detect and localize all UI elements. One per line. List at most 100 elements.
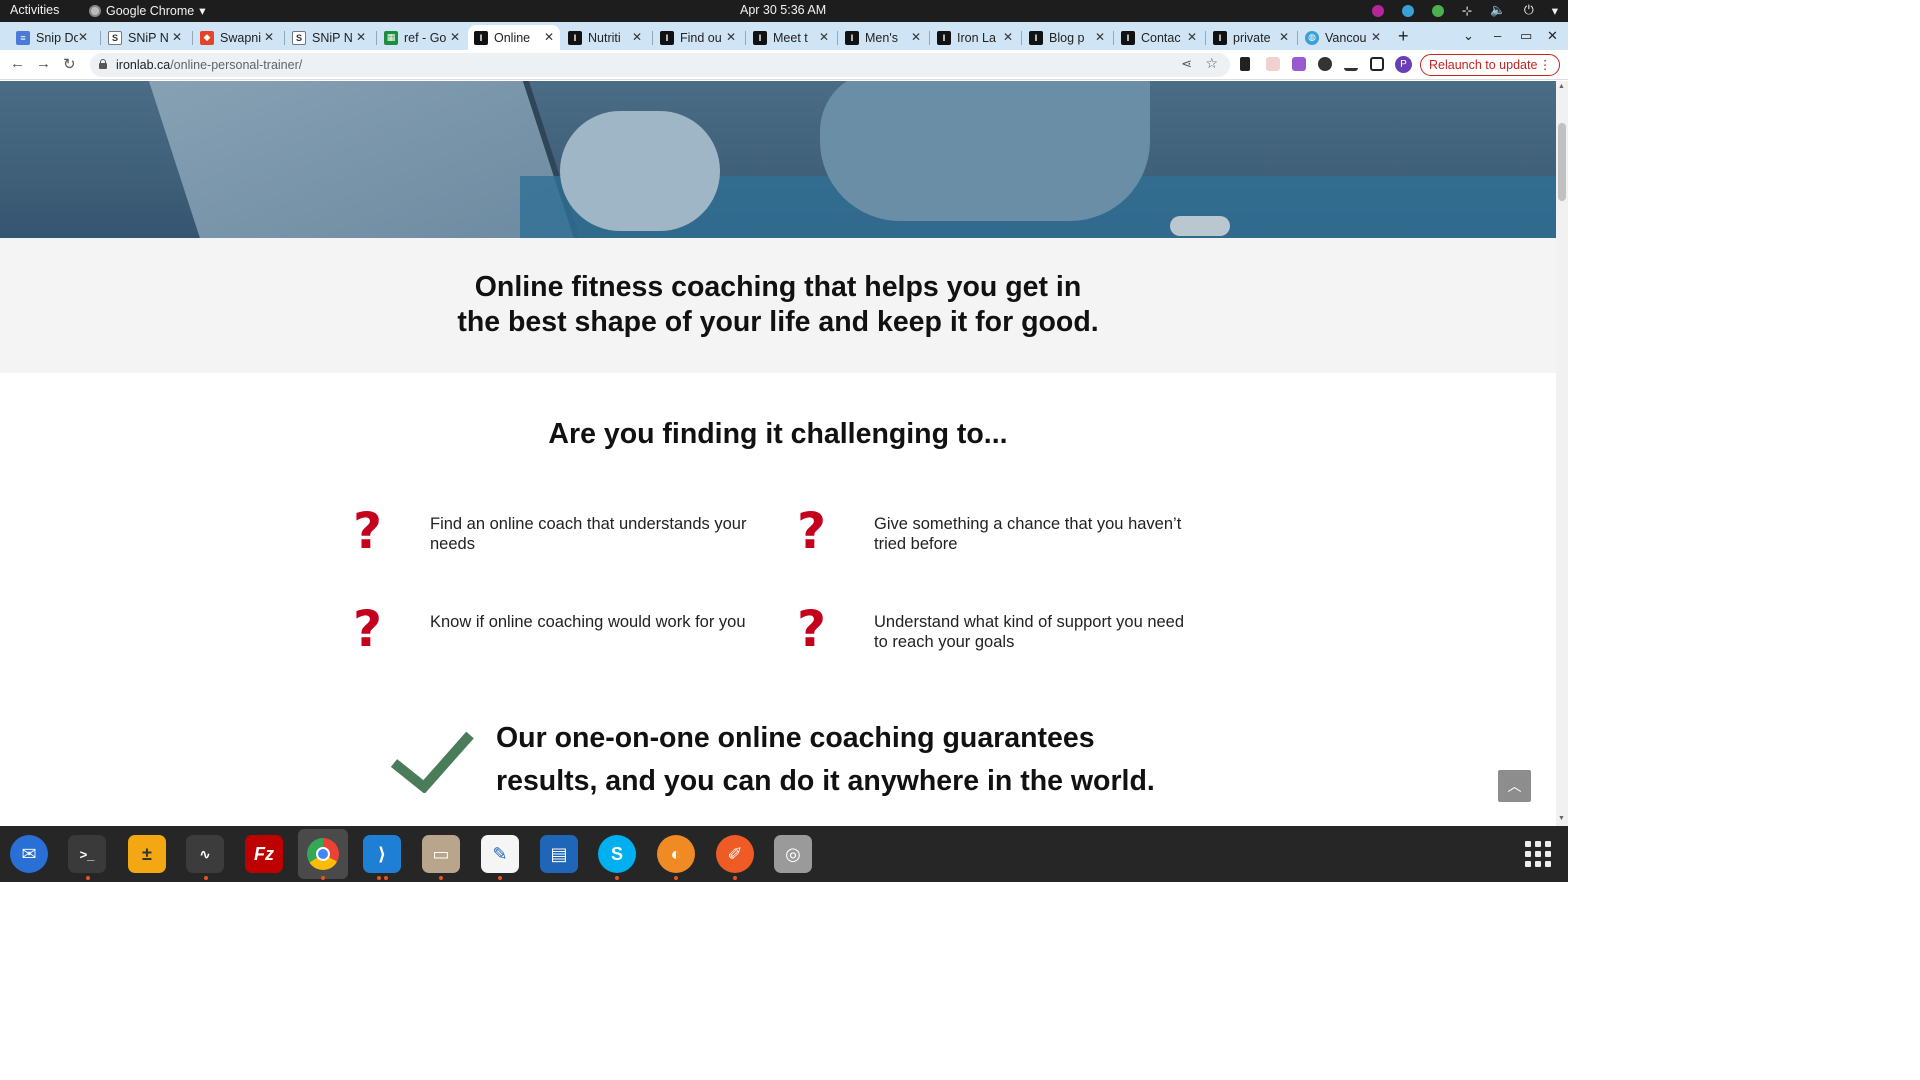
tab[interactable]: I private ✕ <box>1207 25 1295 50</box>
show-applications-icon[interactable] <box>1525 841 1551 867</box>
tab[interactable]: I Contac ✕ <box>1115 25 1203 50</box>
tab[interactable]: I Find ou ✕ <box>654 25 742 50</box>
scrollbar-thumb[interactable] <box>1558 123 1566 201</box>
guarantee-line-2: results, and you can do it anywhere in t… <box>496 765 1155 797</box>
power-icon[interactable]: ⏻ <box>1524 3 1534 18</box>
tab[interactable]: I Men's ✕ <box>839 25 927 50</box>
postman-icon[interactable]: ✐ <box>716 835 754 873</box>
forward-icon[interactable]: → <box>36 55 51 72</box>
clock[interactable]: Apr 30 5:36 AM <box>740 3 826 17</box>
scroll-down-icon[interactable]: ▼ <box>1558 815 1565 822</box>
tray-check-icon[interactable] <box>1431 4 1444 17</box>
restore-icon[interactable]: ▭ <box>1520 28 1532 44</box>
vscode-icon[interactable]: ⟩ <box>363 835 401 873</box>
tab[interactable]: I Blog p ✕ <box>1023 25 1111 50</box>
close-icon[interactable]: ✕ <box>819 30 829 44</box>
tab-label: SNiP N <box>128 30 169 45</box>
tab-label: Swapni <box>220 30 261 45</box>
tab[interactable]: ▦ ref - Go ✕ <box>378 25 466 50</box>
tab[interactable]: ≡ Snip Do ✕ <box>10 25 94 50</box>
close-icon[interactable]: ✕ <box>1095 30 1105 44</box>
share-icon[interactable]: ⋖ <box>1181 56 1192 72</box>
back-icon[interactable]: ← <box>10 55 25 72</box>
chrome-icon[interactable] <box>298 829 348 879</box>
puzzle-icon[interactable] <box>1318 57 1332 71</box>
tab[interactable]: ◍ Vancou ✕ <box>1299 25 1387 50</box>
close-icon[interactable]: ✕ <box>172 30 182 44</box>
tab-label: Iron La <box>957 30 996 45</box>
tab[interactable]: I Meet t ✕ <box>747 25 835 50</box>
tab-label: SNiP N <box>312 30 353 45</box>
system-top-bar: Activities Google Chrome ▾ Apr 30 5:36 A… <box>0 0 1568 22</box>
tab[interactable]: S SNiP N ✕ <box>102 25 188 50</box>
activities-button[interactable]: Activities <box>10 3 59 17</box>
hero-image <box>0 81 1556 238</box>
tab-strip: ≡ Snip Do ✕ S SNiP N ✕ ◆ Swapni ✕ S SNiP… <box>0 22 1568 50</box>
tab-label: ref - Go <box>404 30 446 45</box>
close-icon[interactable]: ✕ <box>1003 30 1013 44</box>
writer-icon[interactable]: ▤ <box>540 835 578 873</box>
close-icon[interactable]: ✕ <box>632 30 642 44</box>
close-icon[interactable]: ✕ <box>450 30 460 44</box>
scroll-up-icon[interactable]: ▲ <box>1558 83 1565 90</box>
address-bar[interactable]: ironlab.ca/online-personal-trainer/ ⋖ ☆ <box>90 53 1230 77</box>
calculator-icon[interactable]: ± <box>128 835 166 873</box>
text-editor-icon[interactable]: ✎ <box>481 835 519 873</box>
tab-label: Contac <box>1141 30 1181 45</box>
close-window-icon[interactable]: ✕ <box>1547 28 1558 44</box>
system-tray[interactable]: ⊹ 🔈 ⏻ ▾ <box>1371 3 1558 18</box>
volume-icon[interactable]: 🔈 <box>1490 3 1506 18</box>
close-icon[interactable]: ✕ <box>911 30 921 44</box>
browser-toolbar: ← → ↻ ironlab.ca/online-personal-trainer… <box>0 50 1568 80</box>
close-icon[interactable]: ✕ <box>544 30 554 44</box>
tab-search-icon[interactable]: ⌄ <box>1463 28 1474 44</box>
app-menu[interactable]: Google Chrome ▾ <box>89 3 206 18</box>
lock-icon[interactable] <box>99 59 107 69</box>
side-panel-icon[interactable] <box>1370 57 1384 71</box>
download-icon[interactable] <box>1344 57 1358 71</box>
close-icon[interactable]: ✕ <box>1187 30 1197 44</box>
eyedropper-icon[interactable] <box>1240 57 1250 71</box>
challenge-text: Give something a chance that you haven’t… <box>874 515 1182 553</box>
calendar-extension-icon[interactable] <box>1266 57 1280 71</box>
files-icon[interactable]: ▭ <box>422 835 460 873</box>
close-icon[interactable]: ✕ <box>356 30 366 44</box>
pen-extension-icon[interactable] <box>1292 57 1306 71</box>
tab[interactable]: I Nutriti ✕ <box>562 25 648 50</box>
tray-app-icon[interactable] <box>1371 4 1384 17</box>
ironlab-icon: I <box>1213 30 1227 45</box>
system-monitor-icon[interactable]: ∿ <box>186 835 224 873</box>
page-scrollbar[interactable]: ▲ ▼ <box>1556 81 1568 826</box>
close-icon[interactable]: ✕ <box>726 30 736 44</box>
close-icon[interactable]: ✕ <box>264 30 274 44</box>
page-viewport: Online fitness coaching that helps you g… <box>0 81 1556 826</box>
blender-icon[interactable]: ◐ <box>657 835 695 873</box>
question-mark-icon: ? <box>797 600 827 658</box>
reload-icon[interactable]: ↻ <box>63 55 76 73</box>
disk-icon[interactable]: ◎ <box>774 835 812 873</box>
tab[interactable]: S SNiP N ✕ <box>286 25 372 50</box>
new-tab-button[interactable]: + <box>1398 26 1409 47</box>
chevron-down-icon[interactable]: ▾ <box>1552 3 1558 18</box>
tab[interactable]: I Iron La ✕ <box>931 25 1019 50</box>
minimize-icon[interactable]: – <box>1494 28 1501 43</box>
tab-label: Online <box>494 30 531 45</box>
tab-label: Meet t <box>773 30 808 45</box>
network-icon[interactable]: ⊹ <box>1462 3 1472 18</box>
url-text[interactable]: ironlab.ca/online-personal-trainer/ <box>116 58 302 72</box>
tab-active[interactable]: I Online ✕ <box>468 25 560 50</box>
close-icon[interactable]: ✕ <box>1371 30 1381 44</box>
bookmark-star-icon[interactable]: ☆ <box>1205 55 1218 72</box>
relaunch-button[interactable]: Relaunch to update ⋮ <box>1420 54 1561 76</box>
tray-sync-icon[interactable] <box>1401 4 1414 17</box>
skype-icon[interactable]: S <box>598 835 636 873</box>
thunderbird-icon[interactable]: ✉ <box>10 835 48 873</box>
tab[interactable]: ◆ Swapni ✕ <box>194 25 280 50</box>
close-icon[interactable]: ✕ <box>78 30 88 44</box>
scroll-to-top-button[interactable]: ︿ <box>1498 770 1531 802</box>
close-icon[interactable]: ✕ <box>1279 30 1289 44</box>
terminal-icon[interactable]: >_ <box>68 835 106 873</box>
profile-avatar[interactable]: P <box>1395 56 1412 73</box>
filezilla-icon[interactable]: Fz <box>245 835 283 873</box>
headline-line-1: Online fitness coaching that helps you g… <box>474 271 1082 303</box>
